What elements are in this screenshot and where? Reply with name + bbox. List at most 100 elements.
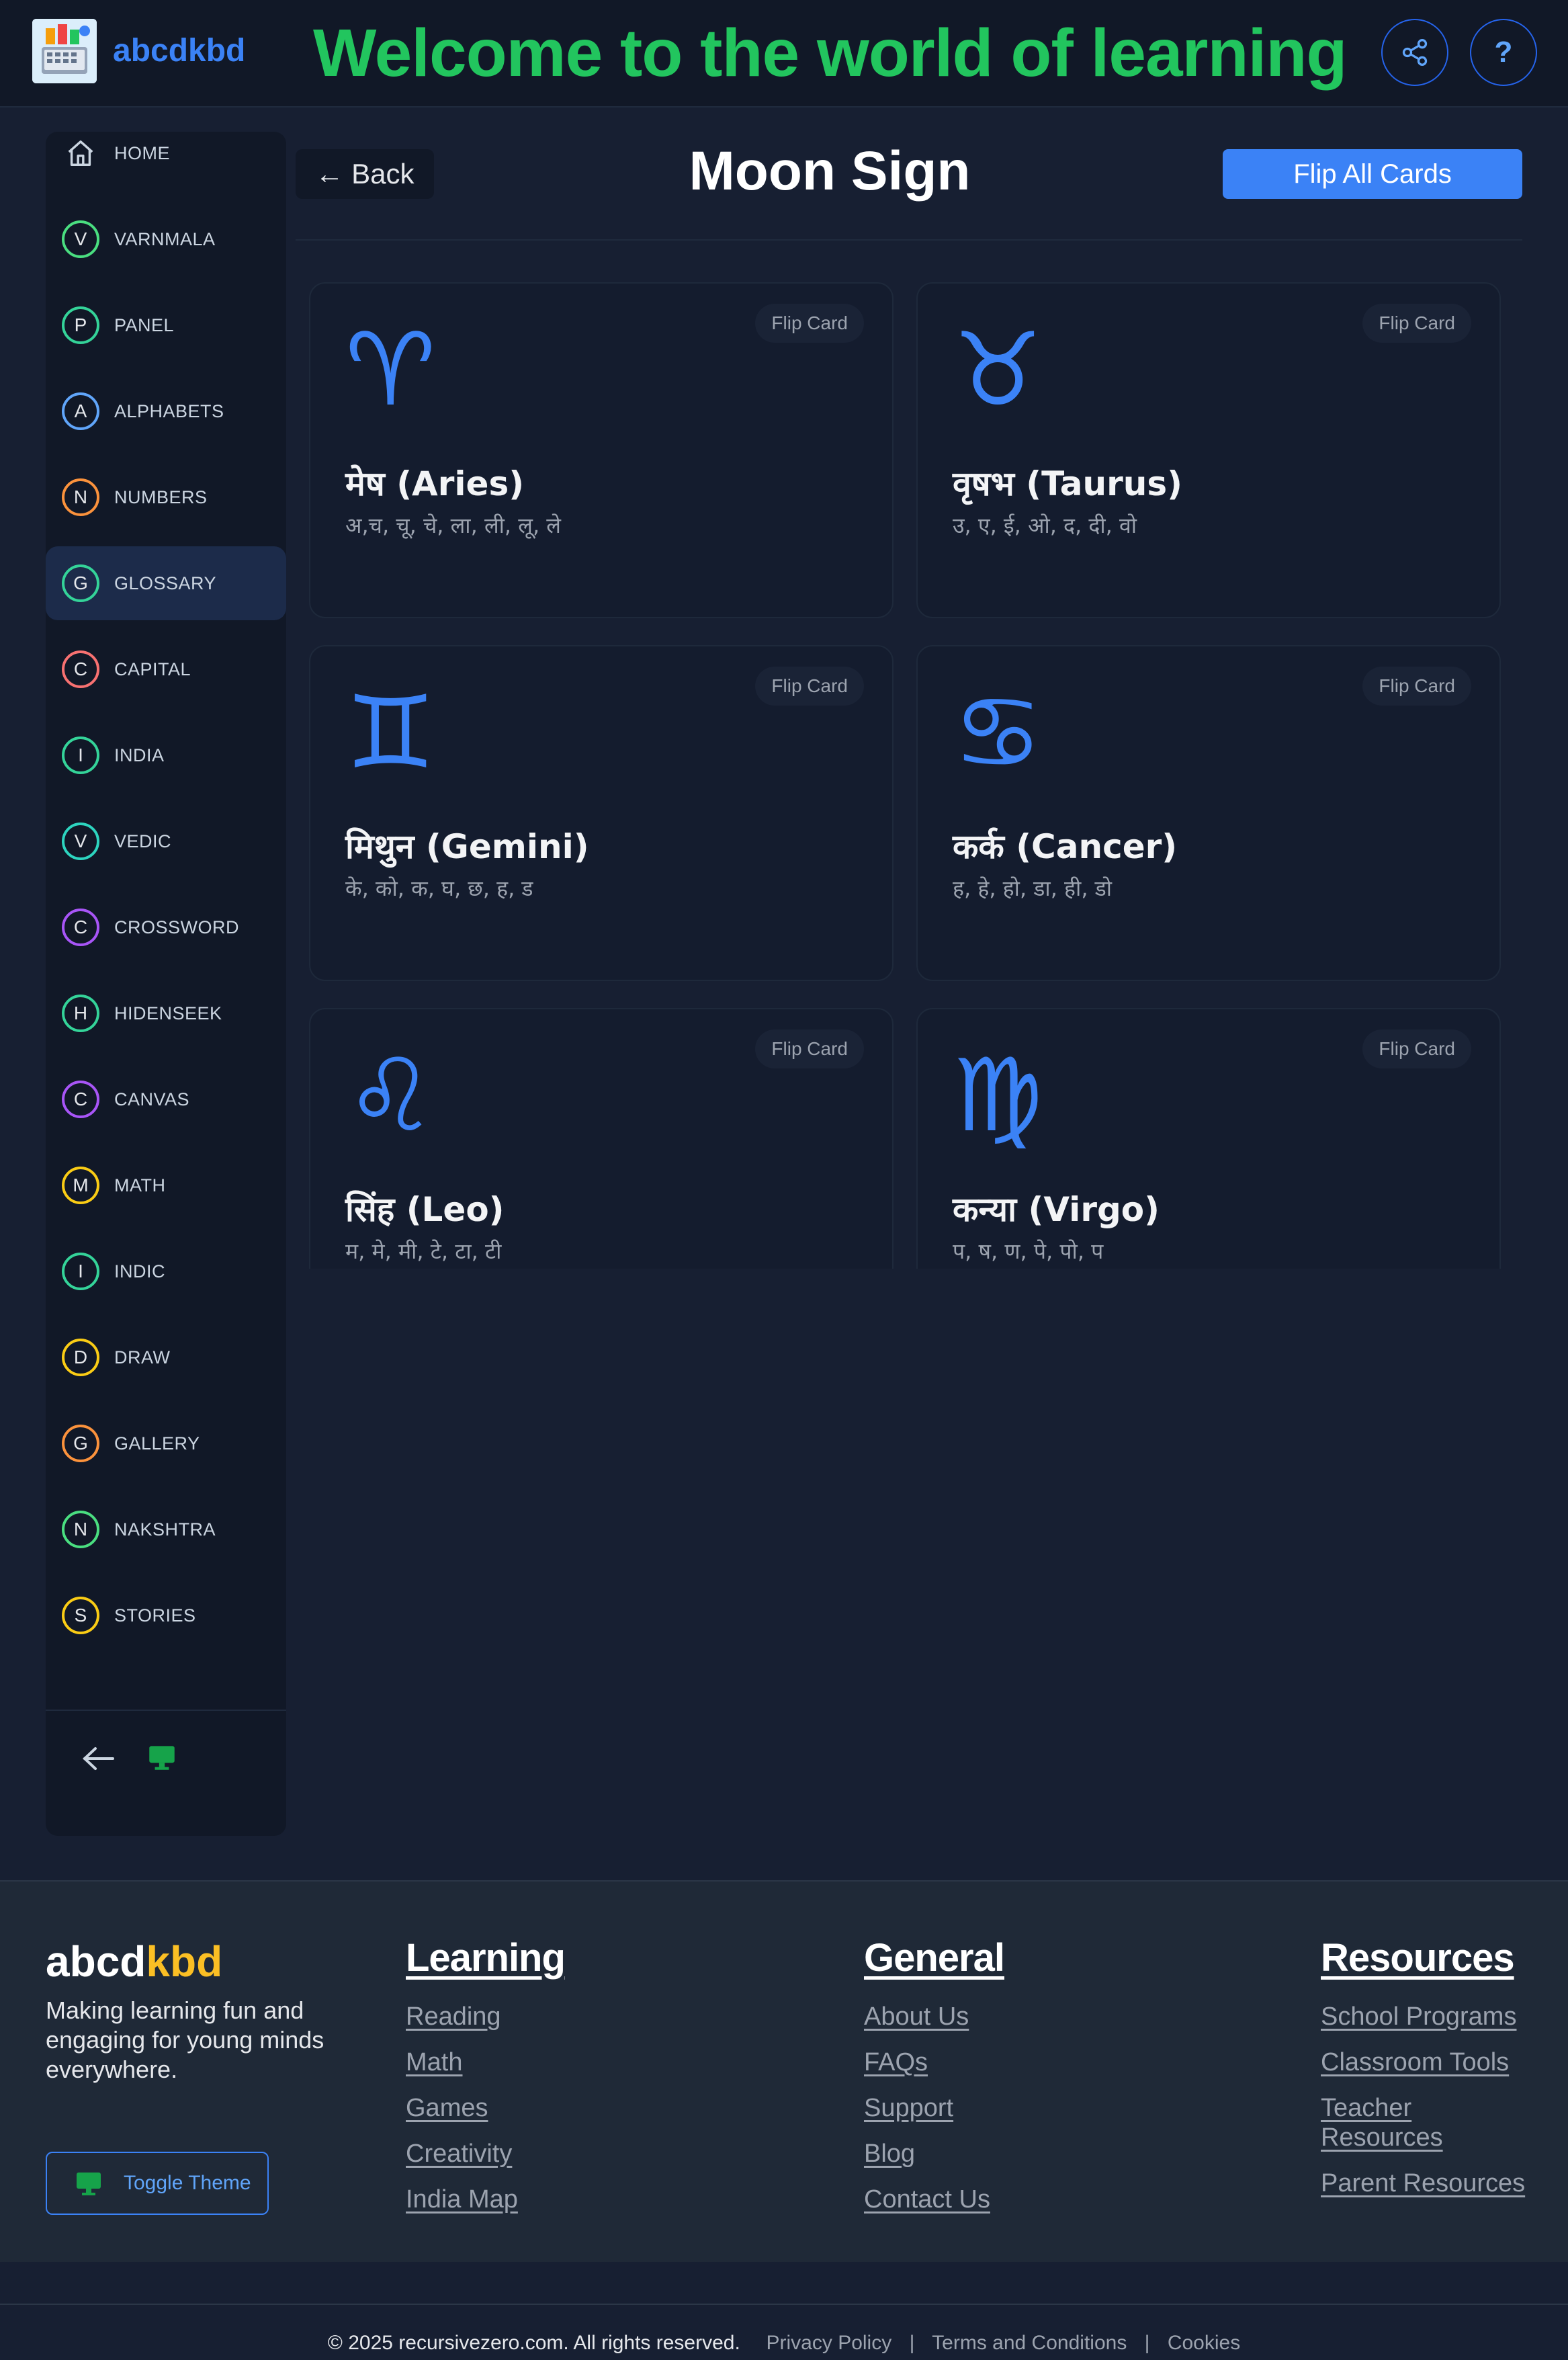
sign-name: सिंह (Leo) <box>345 1190 505 1229</box>
sidebar-item-home[interactable]: HOME <box>46 116 286 190</box>
sidebar-item-indic[interactable]: I INDIC <box>46 1234 286 1308</box>
footer-link[interactable]: About Us <box>864 2002 1004 2031</box>
toggle-theme-button[interactable]: Toggle Theme <box>46 2152 269 2215</box>
sidebar-item-label: HOME <box>114 142 170 163</box>
help-button[interactable]: ? <box>1470 19 1537 86</box>
sign-letters: ह, हे, हो, डा, ही, डो <box>953 876 1113 901</box>
logo-icon[interactable] <box>32 19 97 83</box>
footer-link[interactable]: Contact Us <box>864 2185 1004 2214</box>
sign-letters: उ, ए, ई, ओ, द, दी, वो <box>953 513 1137 538</box>
sign-card[interactable]: Flip Card ♉ वृषभ (Taurus) उ, ए, ई, ओ, द, दी… <box>916 282 1501 618</box>
flip-card-button[interactable]: Flip Card <box>1362 1029 1471 1068</box>
terms-link[interactable]: Terms and Conditions <box>932 2332 1127 2354</box>
top-header: abcdkbd Welcome to the world of learning… <box>0 0 1568 108</box>
sign-card[interactable]: Flip Card ♍ कन्या (Virgo) प, ष, ण, पे, पो, … <box>916 1008 1501 1269</box>
footer-link[interactable]: Math <box>406 2048 565 2077</box>
sidebar-item-hidenseek[interactable]: H HIDENSEEK <box>46 976 286 1050</box>
sidebar-item-capital[interactable]: C CAPITAL <box>46 632 286 706</box>
sign-card[interactable]: Flip Card ♌ सिंह (Leo) म, मे, मी, टे, टा, ट… <box>309 1008 894 1269</box>
footer-brand-accent: kbd <box>146 1937 223 1986</box>
sign-card[interactable]: Flip Card ♋ कर्क (Cancer) ह, हे, हो, डा, ही… <box>916 645 1501 981</box>
footer-link[interactable]: Blog <box>864 2139 1004 2168</box>
cards-grid: Flip Card ♈ मेष (Aries) अ,च, चू, चे, ला, ली… <box>309 276 1518 1269</box>
zodiac-symbol-icon: ♌ <box>345 1038 436 1154</box>
separator: | <box>909 2332 915 2354</box>
sidebar-item-vedic[interactable]: V VEDIC <box>46 804 286 878</box>
footer-link[interactable]: India Map <box>406 2185 565 2214</box>
sidebar-item-label: GLOSSARY <box>114 573 217 593</box>
zodiac-symbol-icon: ♈ <box>345 312 436 429</box>
nakshtra-letter-icon: N <box>62 1511 99 1548</box>
footer-link[interactable]: Reading <box>406 2002 565 2031</box>
arrow-left-icon <box>83 1747 114 1770</box>
privacy-policy-link[interactable]: Privacy Policy <box>767 2332 892 2354</box>
sidebar-item-label: INDIC <box>114 1261 165 1281</box>
varnmala-letter-icon: V <box>62 220 99 258</box>
sign-card[interactable]: Flip Card ♊ मिथुन (Gemini) के, को, क, घ, छ,… <box>309 645 894 981</box>
divider <box>296 239 1522 241</box>
sidebar-item-label: CROSSWORD <box>114 917 239 937</box>
footer-heading: Resources <box>1321 1936 1515 1980</box>
share-button[interactable] <box>1381 19 1448 86</box>
footer-link[interactable]: FAQs <box>864 2048 1004 2077</box>
share-icon <box>1402 39 1428 66</box>
sidebar-item-label: VARNMALA <box>114 228 216 249</box>
sidebar-item-gallery[interactable]: G GALLERY <box>46 1406 286 1480</box>
flip-card-button[interactable]: Flip Card <box>1362 304 1471 343</box>
cookies-link[interactable]: Cookies <box>1168 2332 1240 2354</box>
footer-link[interactable]: Teacher Resources <box>1321 2093 1536 2152</box>
sidebar-item-nakshtra[interactable]: N NAKSHTRA <box>46 1492 286 1566</box>
sidebar-item-label: VEDIC <box>114 831 172 851</box>
math-letter-icon: M <box>62 1167 99 1204</box>
gallery-letter-icon: G <box>62 1425 99 1462</box>
sidebar-item-crossword[interactable]: C CROSSWORD <box>46 890 286 964</box>
back-button[interactable]: ← Back <box>296 149 434 199</box>
footer-column-resources: Resources School Programs Classroom Tools T… <box>1321 1935 1536 2214</box>
sidebar-item-label: MATH <box>114 1175 166 1195</box>
copyright-bar: © 2025 recursivezero.com. All rights res… <box>0 2332 1568 2355</box>
sidebar-item-varnmala[interactable]: V VARNMALA <box>46 202 286 276</box>
footer: abcdkbd Making learning fun and engaging… <box>0 1880 1568 2262</box>
sidebar-item-math[interactable]: M MATH <box>46 1148 286 1222</box>
welcome-heading: Welcome to the world of learning <box>313 15 1348 91</box>
sidebar-item-india[interactable]: I INDIA <box>46 718 286 792</box>
sidebar-item-canvas[interactable]: C CANVAS <box>46 1062 286 1136</box>
theme-monitor-icon[interactable] <box>145 1740 179 1774</box>
sign-name: कन्या (Virgo) <box>953 1190 1160 1229</box>
sign-card[interactable]: Flip Card ♈ मेष (Aries) अ,च, चू, चे, ला, ली… <box>309 282 894 618</box>
footer-brand-main: abcd <box>46 1937 146 1986</box>
footer-link[interactable]: School Programs <box>1321 2002 1536 2031</box>
hidenseek-letter-icon: H <box>62 995 99 1032</box>
sidebar-item-glossary[interactable]: G GLOSSARY <box>46 546 286 620</box>
divider <box>0 2304 1568 2305</box>
sidebar-item-label: CANVAS <box>114 1089 190 1109</box>
panel-letter-icon: P <box>62 306 99 344</box>
sidebar-item-panel[interactable]: P PANEL <box>46 288 286 362</box>
flip-all-cards-button[interactable]: Flip All Cards <box>1223 149 1522 199</box>
footer-link[interactable]: Parent Resources <box>1321 2168 1536 2198</box>
flip-card-button[interactable]: Flip Card <box>755 304 864 343</box>
footer-brand[interactable]: abcdkbd <box>46 1937 222 1986</box>
brand-name[interactable]: abcdkbd <box>113 32 245 69</box>
flip-card-button[interactable]: Flip Card <box>1362 667 1471 706</box>
copyright-text: © 2025 recursivezero.com. All rights res… <box>327 2332 740 2354</box>
footer-heading: Learning <box>406 1936 566 1980</box>
footer-link[interactable]: Classroom Tools <box>1321 2048 1536 2077</box>
footer-link[interactable]: Games <box>406 2093 565 2123</box>
collapse-sidebar-button[interactable] <box>77 1742 117 1775</box>
sidebar-item-label: CAPITAL <box>114 659 191 679</box>
sidebar-item-stories[interactable]: S STORIES <box>46 1578 286 1652</box>
indic-letter-icon: I <box>62 1253 99 1290</box>
glossary-letter-icon: G <box>62 564 99 602</box>
footer-link[interactable]: Support <box>864 2093 1004 2123</box>
page-title: Moon Sign <box>689 140 971 202</box>
sidebar-item-alphabets[interactable]: A ALPHABETS <box>46 374 286 448</box>
sign-name: वृषभ (Taurus) <box>953 464 1182 503</box>
sidebar-item-draw[interactable]: D DRAW <box>46 1320 286 1394</box>
sidebar-item-numbers[interactable]: N NUMBERS <box>46 460 286 534</box>
flip-card-button[interactable]: Flip Card <box>755 667 864 706</box>
footer-link[interactable]: Creativity <box>406 2139 565 2168</box>
capital-letter-icon: C <box>62 650 99 688</box>
flip-card-button[interactable]: Flip Card <box>755 1029 864 1068</box>
zodiac-symbol-icon: ♋ <box>953 675 1043 792</box>
